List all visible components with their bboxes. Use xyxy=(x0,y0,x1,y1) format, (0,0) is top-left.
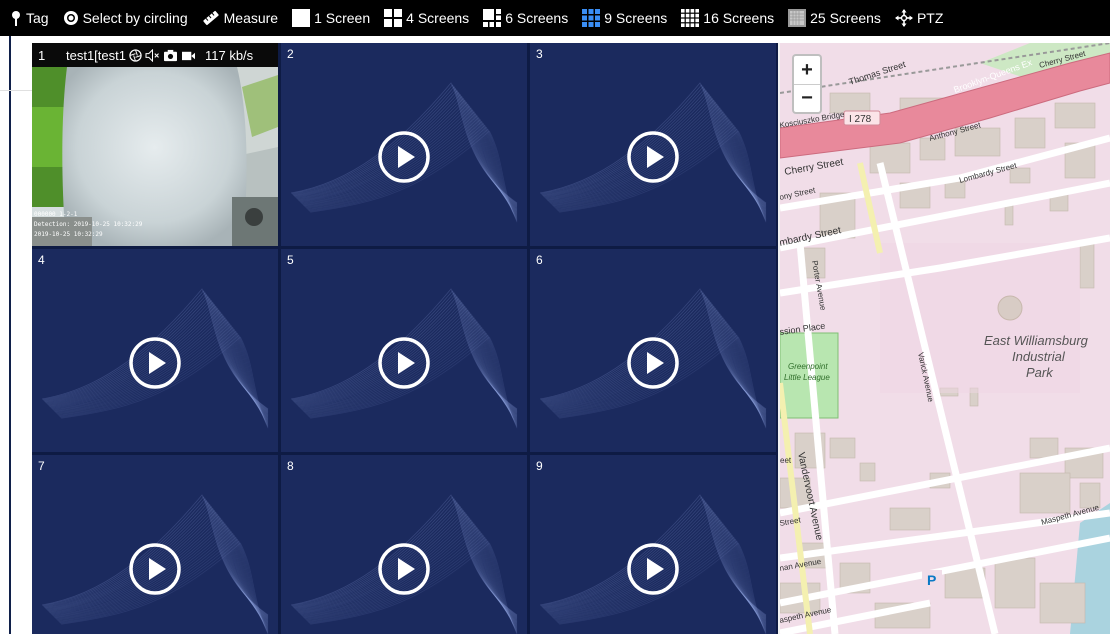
play-icon[interactable] xyxy=(128,542,182,596)
map-tank xyxy=(997,295,1023,321)
video-overlay-line: 000000 1-2-1 xyxy=(34,211,78,218)
cell-number: 7 xyxy=(38,459,45,473)
layout-4-button[interactable]: 4 Screens xyxy=(384,0,469,36)
layout-9-icon xyxy=(582,9,601,27)
left-panel-strip xyxy=(0,36,32,634)
ptz-button[interactable]: PTZ xyxy=(894,0,944,36)
layout-1-button[interactable]: 1 Screen xyxy=(292,0,370,36)
layout-6-label: 6 Screens xyxy=(505,10,569,26)
bitrate-label: 117 kb/s xyxy=(204,47,254,63)
cell-number: 9 xyxy=(536,459,543,473)
cell-number: 1 xyxy=(38,47,46,63)
video-cell-1[interactable]: 1 test1[test1 117 kb/s 000000 1-2-1 Dete… xyxy=(32,43,278,246)
select-by-circling-label: Select by circling xyxy=(82,10,188,26)
layout-1-icon xyxy=(292,9,311,27)
layout-9-label: 9 Screens xyxy=(604,10,668,26)
mute-icon[interactable] xyxy=(145,48,160,62)
play-icon[interactable] xyxy=(377,130,431,184)
cell-number: 3 xyxy=(536,47,543,61)
video-cell-6[interactable]: 6 xyxy=(530,249,776,452)
tag-label: Tag xyxy=(26,10,49,26)
layout-16-label: 16 Screens xyxy=(703,10,775,26)
play-icon[interactable] xyxy=(377,542,431,596)
cell-number: 8 xyxy=(287,459,294,473)
map-label: I 278 xyxy=(849,114,872,125)
ruler-icon xyxy=(202,10,220,26)
map-label: Little League xyxy=(784,373,830,382)
video-cell-8[interactable]: 8 xyxy=(281,455,527,634)
video-cell-3[interactable]: 3 xyxy=(530,43,776,246)
play-icon[interactable] xyxy=(377,336,431,390)
tag-button[interactable]: Tag xyxy=(10,0,49,36)
live-video-frame[interactable]: 000000 1-2-1 Detection: 2019-10-25 10:32… xyxy=(32,67,278,246)
panel-divider-line xyxy=(9,36,11,634)
toolbar: Tag Select by circling Measure 1 Screen … xyxy=(0,0,1110,36)
play-icon[interactable] xyxy=(626,336,680,390)
layout-25-icon xyxy=(788,9,807,27)
select-by-circling-button[interactable]: Select by circling xyxy=(63,0,188,36)
play-icon[interactable] xyxy=(626,542,680,596)
layout-1-label: 1 Screen xyxy=(314,10,371,26)
snapshot-icon[interactable] xyxy=(163,49,178,62)
layout-25-button[interactable]: 25 Screens xyxy=(788,0,881,36)
circle-select-icon xyxy=(63,10,79,26)
measure-label: Measure xyxy=(223,10,279,26)
cell-number: 4 xyxy=(38,253,45,267)
video-cell-4[interactable]: 4 xyxy=(32,249,278,452)
video-cell-5[interactable]: 5 xyxy=(281,249,527,452)
video-cell-9[interactable]: 9 xyxy=(530,455,776,634)
map-label: eet xyxy=(780,456,792,465)
map-label: East Williamsburg xyxy=(984,333,1089,348)
pin-icon xyxy=(10,10,22,26)
video-cell-header: 1 test1[test1 117 kb/s xyxy=(32,43,278,67)
record-icon[interactable] xyxy=(181,49,196,62)
cell-number: 5 xyxy=(287,253,294,267)
aperture-icon[interactable] xyxy=(129,48,142,62)
map-canvas[interactable]: Thomas Street Brooklyn-Queens Ex Cherry … xyxy=(780,43,1110,634)
map-label: Industrial xyxy=(1012,349,1066,364)
map-label: Park xyxy=(1026,365,1054,380)
cell-number: 2 xyxy=(287,47,294,61)
layout-6-icon xyxy=(483,9,502,27)
ptz-icon xyxy=(894,9,913,27)
zoom-out-button[interactable]: − xyxy=(794,84,820,112)
layout-25-label: 25 Screens xyxy=(810,10,881,26)
app-root: Tag Select by circling Measure 1 Screen … xyxy=(0,0,1110,634)
zoom-in-button[interactable]: + xyxy=(794,56,820,84)
ptz-label: PTZ xyxy=(916,10,944,26)
play-icon[interactable] xyxy=(128,336,182,390)
layout-9-button[interactable]: 9 Screens xyxy=(582,0,667,36)
video-overlay-line: Detection: 2019-10-25 10:32:29 xyxy=(34,221,143,228)
map-zoom-control: + − xyxy=(792,54,822,114)
layout-4-label: 4 Screens xyxy=(406,10,470,26)
video-cell-2[interactable]: 2 xyxy=(281,43,527,246)
panel-divider-line xyxy=(0,90,32,91)
video-overlay-line: 2019-10-25 10:32:29 xyxy=(34,231,103,238)
video-grid: 1 test1[test1 117 kb/s 000000 1-2-1 Dete… xyxy=(32,43,778,634)
camera-title: test1[test1 xyxy=(66,47,126,63)
map-panel[interactable]: Thomas Street Brooklyn-Queens Ex Cherry … xyxy=(780,43,1110,634)
cell-number: 6 xyxy=(536,253,543,267)
measure-button[interactable]: Measure xyxy=(202,0,278,36)
map-label: Greenpoint xyxy=(788,362,828,371)
layout-16-button[interactable]: 16 Screens xyxy=(681,0,774,36)
play-icon[interactable] xyxy=(626,130,680,184)
layout-4-icon xyxy=(384,9,403,27)
map-label: P xyxy=(927,572,936,588)
layout-16-icon xyxy=(681,9,700,27)
layout-6-button[interactable]: 6 Screens xyxy=(483,0,568,36)
video-cell-7[interactable]: 7 xyxy=(32,455,278,634)
